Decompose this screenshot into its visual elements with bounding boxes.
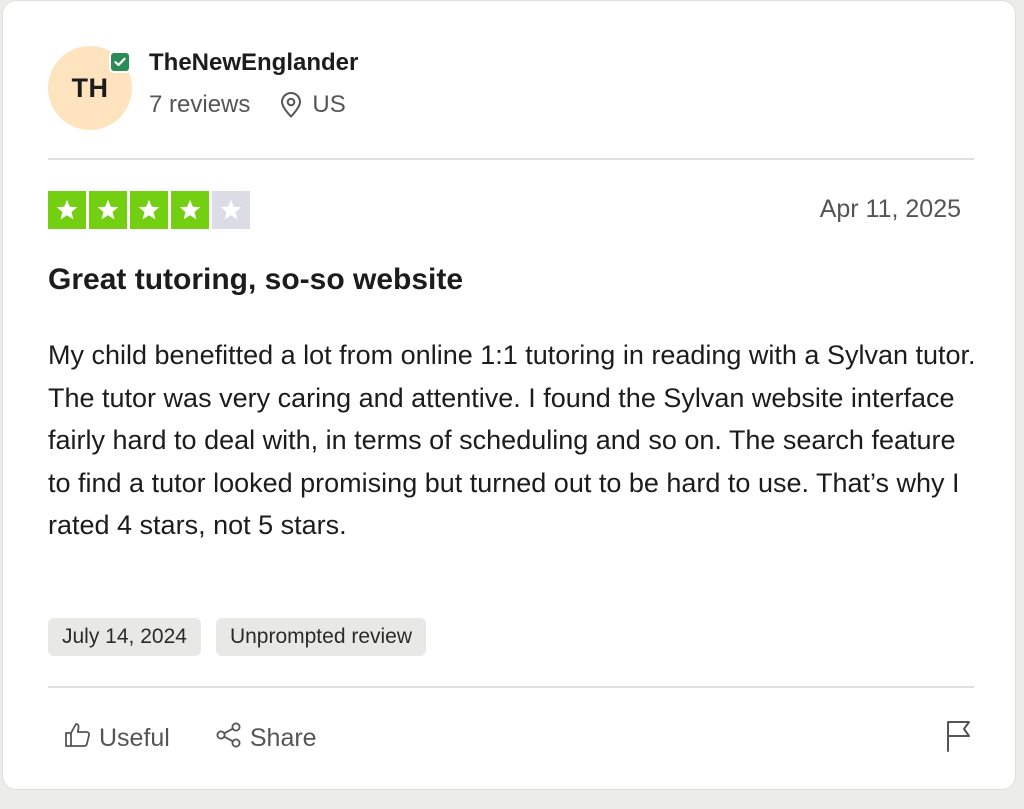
flag-icon	[945, 719, 973, 758]
useful-button[interactable]: Useful	[63, 720, 170, 757]
star-3	[130, 191, 168, 229]
star-2	[89, 191, 127, 229]
star-rating	[48, 191, 250, 229]
experience-date-tag: July 14, 2024	[48, 618, 201, 656]
star-icon	[97, 199, 119, 220]
review-date: Apr 11, 2025	[819, 195, 961, 223]
share-icon	[214, 720, 244, 757]
review-title[interactable]: Great tutoring, so-so website	[48, 263, 463, 297]
location-pin-icon	[280, 92, 302, 118]
star-icon	[220, 199, 242, 220]
verified-check-icon	[109, 51, 131, 73]
star-icon	[138, 199, 160, 220]
star-icon	[179, 199, 201, 220]
share-button[interactable]: Share	[214, 720, 317, 757]
reviewer-meta: 7 reviews US	[149, 91, 346, 119]
review-card: TH TheNewEnglander 7 reviews US Apr 11, …	[2, 0, 1016, 790]
reviews-count: 7 reviews	[149, 91, 251, 118]
thumbs-up-icon	[63, 720, 93, 757]
star-1	[48, 191, 86, 229]
share-label: Share	[249, 724, 317, 752]
star-icon	[56, 199, 78, 220]
avatar-initials: TH	[71, 72, 109, 103]
header-divider	[48, 158, 974, 160]
reviewer-name[interactable]: TheNewEnglander	[149, 49, 358, 77]
review-actions: Useful Share	[63, 720, 317, 757]
review-body: My child benefitted a lot from online 1:…	[48, 340, 976, 540]
reviewer-country: US	[312, 91, 346, 118]
footer-divider	[48, 686, 974, 688]
review-tags: July 14, 2024 Unprompted review	[48, 618, 427, 656]
useful-label: Useful	[99, 724, 170, 752]
flag-report-button[interactable]	[944, 720, 974, 756]
star-5	[212, 191, 250, 229]
review-type-tag[interactable]: Unprompted review	[215, 618, 427, 656]
star-4	[171, 191, 209, 229]
